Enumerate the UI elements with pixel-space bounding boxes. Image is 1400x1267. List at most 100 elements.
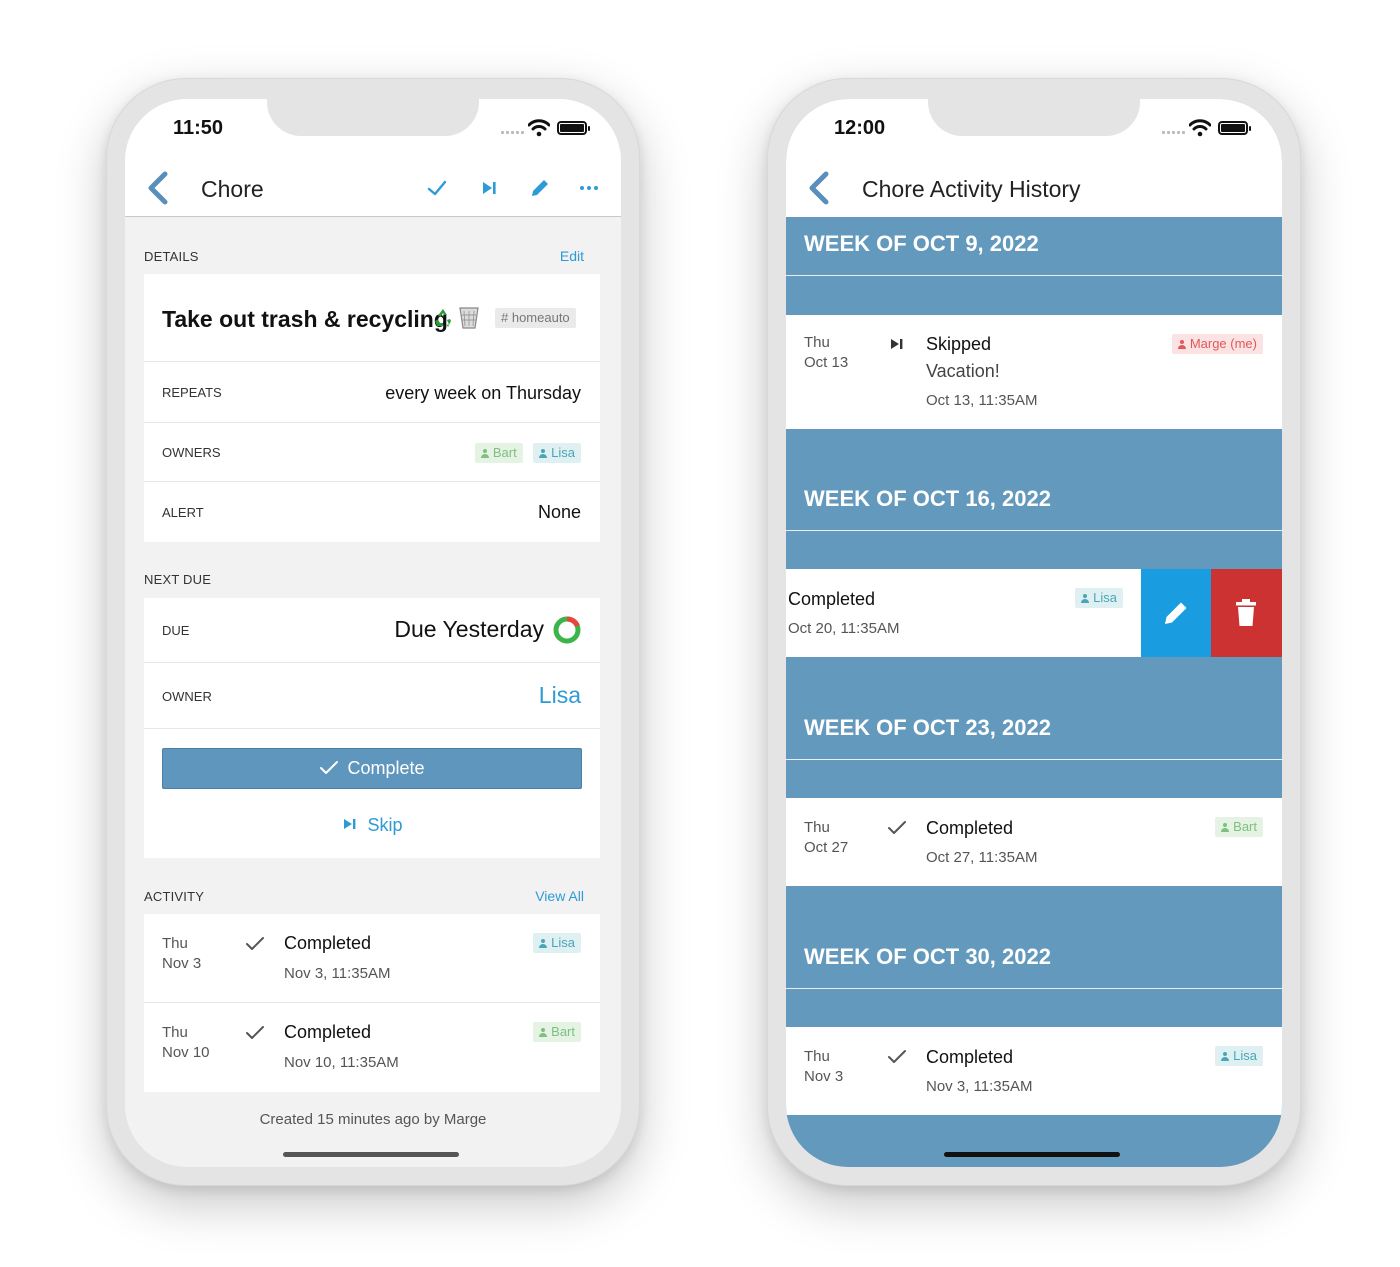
owner-tag-lisa: Lisa (533, 443, 581, 463)
owner-row: OWNER Lisa (144, 663, 600, 729)
alert-row: ALERT None (144, 482, 600, 542)
person-icon (1177, 340, 1186, 349)
activity-owner-tag: Bart (533, 1022, 581, 1042)
skip-icon[interactable] (478, 177, 500, 199)
activity-date: Thu Nov 10 (162, 1024, 210, 1061)
week-divider (786, 275, 1282, 276)
more-icon[interactable] (578, 177, 600, 199)
entry-date: Thu Nov 3 (804, 1048, 844, 1085)
checkmark-icon (320, 761, 339, 774)
next-due-card: DUE Due Yesterday OWNER Lisa Complete Sk… (144, 598, 600, 858)
checkmark-icon (888, 1050, 906, 1063)
skip-icon (344, 819, 356, 829)
activity-title: Completed (284, 1022, 372, 1042)
home-indicator[interactable] (944, 1152, 1120, 1157)
battery-icon (557, 121, 590, 135)
notch (267, 99, 479, 136)
skip-icon (891, 339, 903, 349)
checkmark-icon[interactable] (426, 177, 448, 199)
entry-title: Completed (926, 1047, 1014, 1067)
wifi-icon (1189, 119, 1211, 137)
activity-date: Thu Nov 3 (162, 935, 202, 972)
history-entry[interactable]: Thu Oct 13 Skipped Vacation! Oct 13, 11:3… (786, 315, 1282, 429)
history-entry[interactable]: Thu Nov 3 Completed Nov 3, 11:35AM Lisa (786, 1027, 1282, 1115)
entry-title: Completed (788, 589, 876, 609)
entry-owner-tag: Lisa (1075, 588, 1123, 608)
created-footer: Created 15 minutes ago by Marge (259, 1111, 487, 1128)
chore-tag[interactable]: # homeauto (495, 308, 576, 328)
owners-tags: Bart Lisa (474, 443, 581, 463)
person-icon (480, 449, 489, 458)
wifi-icon (528, 119, 550, 137)
home-indicator[interactable] (283, 1152, 459, 1157)
activity-item[interactable]: Thu Nov 10 Completed Nov 10, 11:35AM Bart (144, 1003, 600, 1092)
entry-time: Oct 27, 11:35AM (926, 849, 1038, 866)
status-time: 12:00 (834, 117, 886, 139)
view-all-link[interactable]: View All (535, 888, 584, 904)
nav-title: Chore Activity History (862, 176, 1081, 202)
swipe-edit-button[interactable] (1141, 569, 1211, 657)
week-divider (786, 530, 1282, 531)
chore-title: Take out trash & recycling (162, 306, 448, 332)
entry-time: Oct 20, 11:35AM (788, 620, 900, 637)
due-label: DUE (162, 623, 190, 638)
owners-label: OWNERS (162, 445, 221, 460)
due-row: DUE Due Yesterday (144, 598, 600, 663)
activity-item[interactable]: Thu Nov 3 Completed Nov 3, 11:35AM Lisa (144, 914, 600, 1003)
repeats-label: REPEATS (162, 385, 222, 400)
entry-owner-tag: Marge (me) (1171, 334, 1263, 354)
owner-value[interactable]: Lisa (539, 682, 581, 709)
skip-button[interactable]: Skip (144, 815, 600, 836)
chore-title-row: Take out trash & recycling # homeauto (144, 274, 600, 362)
week-header: WEEK OF OCT 30, 2022 (804, 944, 1051, 969)
due-value: Due Yesterday (394, 616, 544, 642)
activity-time: Nov 10, 11:35AM (284, 1054, 399, 1071)
person-icon (539, 1028, 548, 1037)
details-card: Take out trash & recycling # homeauto RE… (144, 274, 600, 542)
owner-label: OWNER (162, 689, 212, 704)
back-chevron-icon[interactable] (804, 171, 834, 205)
week-divider (786, 988, 1282, 989)
nav-bar: Chore Activity History (786, 159, 1282, 217)
edit-link[interactable]: Edit (560, 248, 584, 264)
pencil-icon[interactable] (529, 177, 551, 199)
repeats-value: every week on Thursday (385, 383, 581, 403)
back-chevron-icon[interactable] (143, 171, 173, 205)
entry-date: Thu Oct 13 (804, 334, 849, 371)
activity-time: Nov 3, 11:35AM (284, 965, 391, 982)
battery-icon (1218, 121, 1251, 135)
complete-button[interactable]: Complete (162, 748, 582, 789)
person-icon (1221, 1052, 1230, 1061)
person-icon (1221, 823, 1230, 832)
nav-bar: Chore (125, 159, 621, 217)
details-section-label: DETAILS (144, 249, 199, 264)
alert-value: None (537, 502, 581, 522)
phone-chore-detail: 11:50 Chore DETAILS Edit Take out trash … (106, 78, 640, 1186)
entry-time: Oct 13, 11:35AM (926, 392, 1038, 409)
person-icon (539, 449, 548, 458)
swipe-delete-button[interactable] (1211, 569, 1282, 657)
entry-owner-tag: Bart (1215, 817, 1263, 837)
week-header: WEEK OF OCT 23, 2022 (804, 715, 1051, 740)
owners-row: OWNERS Bart Lisa (144, 423, 600, 482)
activity-section-label: ACTIVITY (144, 889, 205, 904)
person-icon (539, 939, 548, 948)
pencil-icon (1165, 602, 1187, 624)
wastebasket-icon (459, 307, 479, 329)
screen: 11:50 Chore DETAILS Edit Take out trash … (125, 99, 621, 1167)
actions-row: Complete Skip (144, 729, 600, 858)
trash-icon (1236, 599, 1256, 626)
checkmark-icon (246, 1026, 264, 1039)
signal-icon (501, 128, 525, 134)
week-header: WEEK OF OCT 9, 2022 (804, 231, 1039, 256)
history-entry-swiped[interactable]: Completed Oct 20, 11:35AM Lisa (786, 569, 1141, 657)
person-icon (1081, 594, 1090, 603)
week-divider (786, 759, 1282, 760)
entry-time: Nov 3, 11:35AM (926, 1078, 1033, 1095)
history-entry[interactable]: Thu Oct 27 Completed Oct 27, 11:35AM Bart (786, 798, 1282, 886)
entry-note: Vacation! (926, 361, 1000, 381)
status-time: 11:50 (173, 117, 224, 139)
recycle-icon (435, 309, 451, 327)
week-header: WEEK OF OCT 16, 2022 (804, 486, 1051, 511)
due-progress-ring-icon (553, 616, 581, 644)
